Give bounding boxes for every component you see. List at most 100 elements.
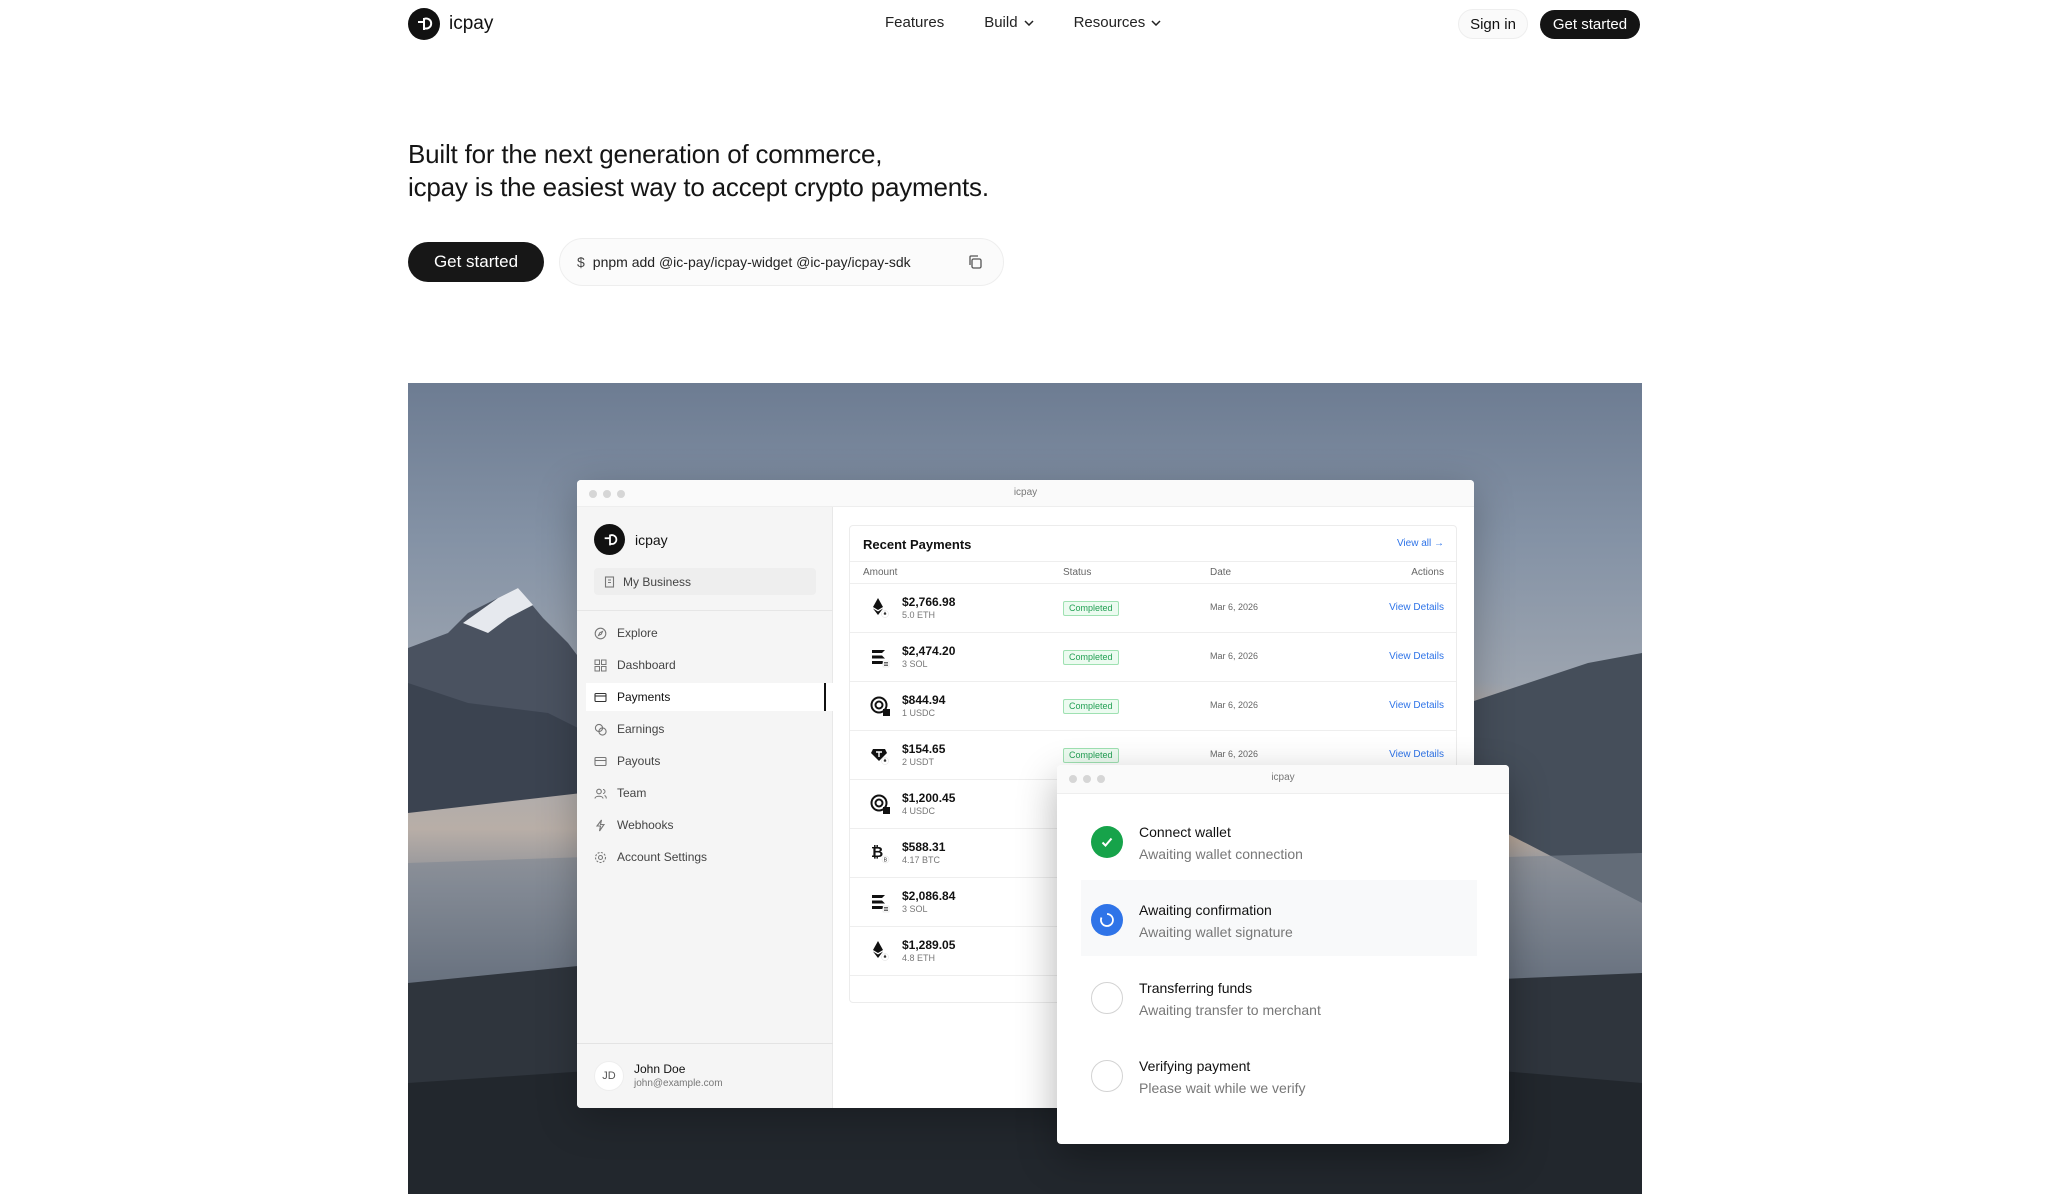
sol-coin-icon — [870, 646, 890, 668]
sidebar-item-account-settings[interactable]: Account Settings — [586, 843, 833, 871]
sidebar-item-webhooks[interactable]: Webhooks — [586, 811, 833, 839]
svg-text:₿: ₿ — [871, 843, 883, 861]
payment-crypto-amount: 4 USDC — [902, 806, 936, 816]
install-command-text: pnpm add @ic-pay/icpay-widget @ic-pay/ic… — [592, 254, 911, 270]
logo-icon — [408, 8, 440, 40]
sidebar-item-payments[interactable]: Payments — [586, 683, 833, 711]
payment-amount: $2,086.84 — [902, 889, 956, 903]
step-subtitle: Awaiting wallet signature — [1139, 924, 1293, 940]
avatar: JD — [594, 1061, 624, 1091]
nav-link-build[interactable]: Build — [984, 14, 1034, 31]
step-connect-wallet: Connect wallet Awaiting wallet connectio… — [1081, 802, 1477, 878]
window-title: icpay — [1271, 772, 1295, 783]
view-details-link[interactable]: View Details — [1389, 700, 1444, 711]
sidebar-menu: Explore Dashboard Payments Earnings Payo… — [586, 619, 833, 875]
hero-headline: Built for the next generation of commerc… — [408, 138, 989, 204]
wallet-icon — [594, 756, 607, 766]
sidebar-brand: icpay — [635, 531, 668, 548]
step-title: Transferring funds — [1139, 980, 1253, 996]
sidebar-item-earnings[interactable]: Earnings — [586, 715, 833, 743]
payment-amount: $2,474.20 — [902, 644, 956, 658]
user-profile[interactable]: JD John Doe john@example.com — [577, 1043, 833, 1108]
sidebar-item-explore[interactable]: Explore — [586, 619, 833, 647]
window-titlebar: icpay — [577, 480, 1474, 507]
payment-crypto-amount: 2 USDT — [902, 757, 935, 767]
table-row: $2,474.20 3 SOL Completed Mar 6, 2026 View D… — [850, 633, 1456, 682]
nav-link-label: Build — [984, 14, 1018, 31]
sidebar-item-label: Dashboard — [617, 658, 676, 672]
payment-date: Mar 6, 2026 — [1210, 749, 1259, 759]
sidebar-item-label: Team — [617, 786, 647, 800]
table-row: $844.94 1 USDC Completed Mar 6, 2026 View De… — [850, 682, 1456, 731]
nav-links: Features Build Resources — [885, 14, 1161, 31]
card-header: Recent Payments View all → — [850, 526, 1456, 562]
business-selector[interactable]: My Business — [594, 568, 816, 595]
nav-link-resources[interactable]: Resources — [1074, 14, 1162, 31]
building-icon — [604, 575, 615, 588]
view-details-link[interactable]: View Details — [1389, 651, 1444, 662]
sidebar-logo[interactable]: icpay — [594, 524, 668, 555]
step-awaiting-confirmation: Awaiting confirmation Awaiting wallet si… — [1081, 880, 1477, 956]
payment-crypto-amount: 4.8 ETH — [902, 953, 936, 963]
column-header-date: Date — [1210, 567, 1232, 578]
sidebar-item-label: Earnings — [617, 722, 665, 736]
payment-amount: $844.94 — [902, 693, 946, 707]
user-name: John Doe — [634, 1062, 686, 1076]
status-badge: Completed — [1063, 748, 1119, 763]
payment-progress-window: icpay Connect wallet Awaiting wallet con… — [1057, 765, 1509, 1144]
sol-coin-icon — [870, 891, 890, 913]
table-row: $2,766.98 5.0 ETH Completed Mar 6, 2026 View… — [850, 584, 1456, 633]
coins-icon — [594, 723, 607, 736]
hero-get-started-button[interactable]: Get started — [408, 242, 544, 282]
view-all-link[interactable]: View all → — [1397, 538, 1444, 549]
step-transferring-funds: Transferring funds Awaiting transfer to … — [1081, 958, 1477, 1034]
column-header-amount: Amount — [863, 567, 898, 578]
product-showcase: icpay icpay My Business Explore Dashboar… — [408, 383, 1642, 1194]
step-title: Connect wallet — [1139, 824, 1231, 840]
checkmark-icon — [1091, 826, 1123, 858]
compass-icon — [594, 627, 607, 639]
usdc-coin-icon — [870, 793, 890, 815]
brand-name: icpay — [449, 13, 494, 34]
sidebar-item-payouts[interactable]: Payouts — [586, 747, 833, 775]
spinner-icon — [1091, 904, 1123, 936]
window-titlebar: icpay — [1057, 765, 1509, 794]
payment-crypto-amount: 3 SOL — [902, 659, 928, 669]
sidebar-item-team[interactable]: Team — [586, 779, 833, 807]
chevron-down-icon — [1024, 19, 1034, 26]
step-subtitle: Please wait while we verify — [1139, 1080, 1306, 1096]
payment-amount: $1,200.45 — [902, 791, 956, 805]
grid-icon — [594, 659, 607, 671]
sidebar-item-dashboard[interactable]: Dashboard — [586, 651, 833, 679]
brand-logo[interactable]: icpay — [408, 8, 493, 40]
sidebar: icpay My Business Explore Dashboard Paym… — [577, 507, 833, 1108]
nav-get-started-button[interactable]: Get started — [1540, 10, 1640, 39]
pending-circle-icon — [1091, 982, 1123, 1014]
view-details-link[interactable]: View Details — [1389, 602, 1444, 613]
sidebar-item-label: Explore — [617, 626, 658, 640]
copy-icon[interactable] — [967, 254, 983, 270]
step-title: Awaiting confirmation — [1139, 902, 1272, 918]
step-subtitle: Awaiting wallet connection — [1139, 846, 1303, 862]
svg-text:B: B — [884, 858, 888, 864]
payment-amount: $154.65 — [902, 742, 946, 756]
install-command-box[interactable]: $ pnpm add @ic-pay/icpay-widget @ic-pay/… — [559, 238, 1004, 286]
pending-circle-icon — [1091, 1060, 1123, 1092]
payment-crypto-amount: 1 USDC — [902, 708, 936, 718]
users-icon — [594, 788, 607, 799]
webhook-icon — [595, 819, 606, 831]
eth-coin-icon — [870, 940, 890, 962]
hero-line-1: Built for the next generation of commerc… — [408, 139, 883, 169]
command-prompt: $ — [577, 254, 585, 270]
payment-date: Mar 6, 2026 — [1210, 602, 1259, 612]
sign-in-button[interactable]: Sign in — [1458, 9, 1528, 39]
btc-coin-icon: ₿ B — [870, 842, 890, 864]
column-header-status: Status — [1063, 567, 1092, 578]
step-title: Verifying payment — [1139, 1058, 1251, 1074]
usdt-coin-icon — [870, 744, 890, 766]
payment-crypto-amount: 5.0 ETH — [902, 610, 936, 620]
payment-amount: $2,766.98 — [902, 595, 956, 609]
payment-amount: $1,289.05 — [902, 938, 956, 952]
view-details-link[interactable]: View Details — [1389, 749, 1444, 760]
nav-link-features[interactable]: Features — [885, 14, 944, 31]
